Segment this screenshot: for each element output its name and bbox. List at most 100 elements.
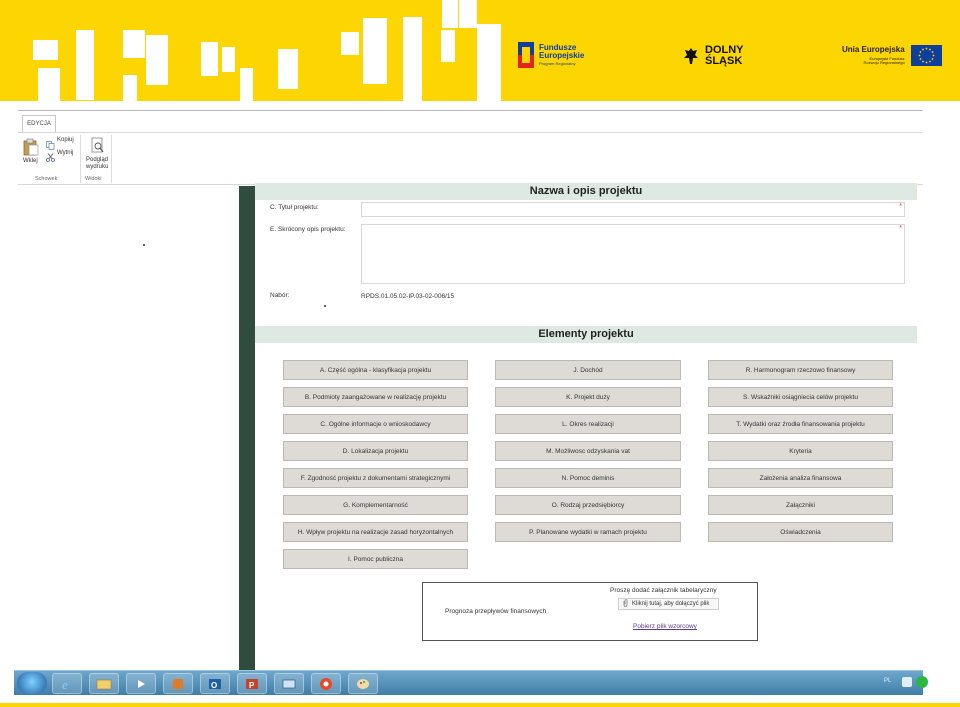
project-element-button[interactable]: T. Wydatki oraz źrodła finansowania proj…: [708, 414, 893, 434]
ribbon-top-line: [18, 110, 923, 111]
stray-dot: [324, 305, 326, 307]
project-element-button[interactable]: I. Pomoc publiczna: [283, 549, 468, 569]
project-element-button[interactable]: H. Wpływ projektu na realizacje zasad ho…: [283, 522, 468, 542]
paperclip-icon: [623, 599, 628, 609]
project-element-button[interactable]: Założenia analiza finansowa: [708, 468, 893, 488]
project-element-button[interactable]: J. Dochód: [495, 360, 681, 380]
group-label-clipboard: Schowek: [35, 176, 58, 182]
windows-taskbar: e O P PL: [14, 670, 928, 695]
required-marker: *: [899, 225, 902, 232]
media-player-icon[interactable]: [126, 673, 156, 694]
project-element-button[interactable]: P. Planowane wydatki w ramach projektu: [495, 522, 681, 542]
banner-shape: [76, 30, 94, 100]
eagle-icon: [683, 46, 699, 66]
section-header-project-elements: Elementy projektu: [255, 326, 917, 343]
banner-shape: [33, 40, 58, 60]
group-label-views: Widoki: [85, 176, 102, 182]
banner-shape: [123, 75, 137, 101]
project-element-button[interactable]: R. Harmonogram rzeczowo finansowy: [708, 360, 893, 380]
project-element-button[interactable]: A. Część ogólna - klasyfikacja projektu: [283, 360, 468, 380]
banner-shape: [459, 0, 477, 28]
required-marker: *: [899, 203, 902, 210]
chrome-icon[interactable]: [311, 673, 341, 694]
fe-logo-icon: [518, 42, 534, 68]
file-explorer-icon[interactable]: [89, 673, 119, 694]
project-element-button[interactable]: B. Podmioty zaangażowane w realizację pr…: [283, 387, 468, 407]
project-element-button[interactable]: G. Komplementarność: [283, 495, 468, 515]
section-header-project-description: Nazwa i opis projektu: [255, 183, 917, 200]
svg-text:e: e: [62, 677, 68, 691]
attachment-panel: Proszę dodać załącznik tabelaryczny Prog…: [422, 582, 758, 641]
project-description-textarea[interactable]: *: [361, 224, 905, 284]
cut-button[interactable]: Wytnij: [57, 150, 73, 156]
project-element-button[interactable]: N. Pomoc deminis: [495, 468, 681, 488]
language-indicator[interactable]: PL: [884, 678, 891, 684]
paint-icon[interactable]: [348, 673, 378, 694]
ribbon-separator: [80, 135, 81, 183]
ribbon-separator: [111, 135, 112, 183]
attachment-label: Prognoza przepływów finansowych: [445, 608, 547, 615]
project-element-button[interactable]: C. Ogólne informacje o wnioskodawcy: [283, 414, 468, 434]
outlook-icon[interactable]: O: [200, 673, 230, 694]
whatsapp-icon[interactable]: [916, 676, 928, 688]
attachment-title: Proszę dodać załącznik tabelaryczny: [610, 587, 717, 594]
stray-dot: [143, 244, 145, 246]
nabor-value: RPDS.01.05.02-IP.03-02-006/15: [361, 293, 455, 300]
banner-shape: [341, 32, 359, 55]
internet-explorer-icon[interactable]: e: [52, 673, 82, 694]
ue-logo-text-3: Rozwoju Regionalnego: [863, 60, 905, 65]
project-element-button[interactable]: Załączniki: [708, 495, 893, 515]
banner-shape: [201, 42, 218, 76]
project-title-input[interactable]: *: [361, 202, 905, 217]
header-banner: Fundusze Europejskie Program Regionalny …: [0, 0, 960, 101]
start-orb-icon[interactable]: [17, 672, 47, 694]
banner-shape: [403, 17, 422, 101]
svg-text:O: O: [211, 681, 217, 690]
tab-edycja[interactable]: EDYCJA: [22, 115, 56, 132]
project-element-button[interactable]: Kryteria: [708, 441, 893, 461]
eu-flag-icon: [910, 45, 942, 66]
footer-stripe: [0, 703, 960, 707]
ds-logo-text-2: ŚLĄSK: [705, 55, 743, 67]
svg-text:P: P: [249, 681, 255, 690]
ue-logo-text-1: Unia Europejska: [842, 45, 905, 54]
project-description-label: E. Skrócony opis projektu:: [270, 226, 346, 233]
banner-shape: [278, 49, 298, 89]
cut-icon[interactable]: [46, 149, 55, 167]
fe-logo-text-3: Program Regionalny: [539, 61, 576, 66]
print-preview-icon[interactable]: [91, 137, 105, 159]
project-element-button[interactable]: L. Okres realizacji: [495, 414, 681, 434]
unia-europejska-logo: Unia Europejska Europejski Fundusz Rozwo…: [842, 45, 942, 66]
project-element-button[interactable]: F. Zgodność projektu z dokumentami strat…: [283, 468, 468, 488]
banner-shape: [442, 0, 458, 28]
remote-desktop-icon[interactable]: [274, 673, 304, 694]
project-element-button[interactable]: Oświadczenia: [708, 522, 893, 542]
paste-button[interactable]: Wklej: [23, 158, 38, 164]
banner-shape: [477, 24, 501, 101]
project-title-label: C. Tytuł projektu:: [270, 204, 319, 211]
fe-logo-text-2: Europejskie: [539, 51, 585, 60]
project-element-button[interactable]: S. Wskaźniki osiągniecia celów projektu: [708, 387, 893, 407]
app-store-icon[interactable]: [163, 673, 193, 694]
attach-file-button[interactable]: Kliknij tutaj, aby dołączyć plik: [618, 598, 719, 610]
copy-button[interactable]: Kopiuj: [57, 137, 74, 143]
project-element-button[interactable]: D. Lokalizacja projektu: [283, 441, 468, 461]
tray-icon[interactable]: [902, 677, 912, 687]
banner-shape: [363, 18, 387, 84]
ribbon-toolbar: Wklej Kopiuj Wytnij Podgląd wydruku Scho…: [18, 132, 923, 185]
print-preview-button-line2[interactable]: wydruku: [86, 164, 108, 170]
nabor-label: Nabór:: [270, 292, 290, 299]
project-element-button[interactable]: K. Projekt duży: [495, 387, 681, 407]
download-template-link[interactable]: Pobierz plik wzorcowy: [633, 623, 697, 630]
dolny-slask-logo: DOLNY ŚLĄSK: [683, 45, 744, 67]
fundusze-europejskie-logo: Fundusze Europejskie Program Regionalny: [518, 42, 584, 68]
project-element-button[interactable]: O. Rodzaj przedsiębiorcy: [495, 495, 681, 515]
banner-shape: [240, 68, 253, 101]
print-preview-button[interactable]: Podgląd: [86, 157, 108, 163]
form-left-stripe: [239, 186, 255, 670]
project-element-button[interactable]: M. Możliwosc odzyskania vat: [495, 441, 681, 461]
banner-shape: [123, 30, 145, 58]
powerpoint-icon[interactable]: P: [237, 673, 267, 694]
attach-file-label: Kliknij tutaj, aby dołączyć plik: [632, 601, 710, 607]
banner-shape: [38, 68, 60, 101]
